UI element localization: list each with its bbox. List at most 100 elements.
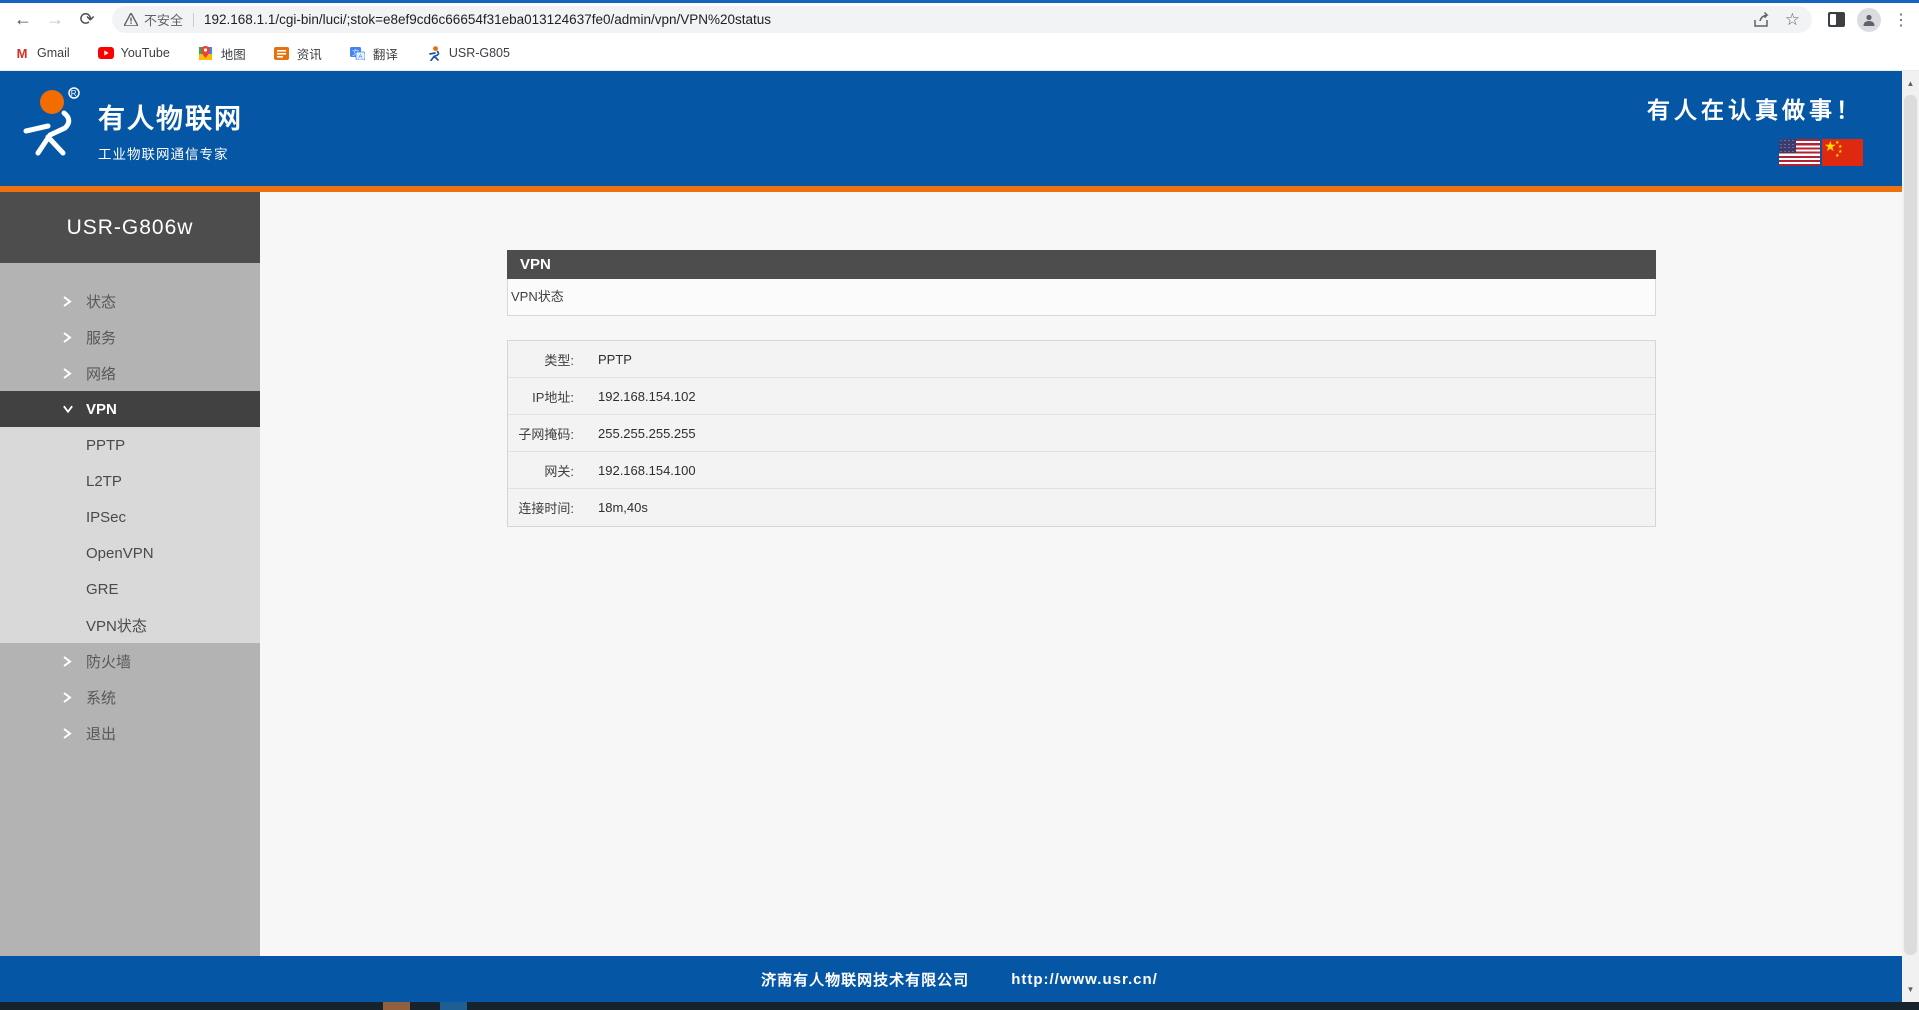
vpn-panel: VPN VPN状态 类型: PPTP IP地址: 192.168.154.102… <box>507 250 1656 527</box>
sidebar-item-gre[interactable]: GRE <box>0 571 260 607</box>
table-row: 类型: PPTP <box>508 341 1655 378</box>
brand-subtitle: 工业物联网通信专家 <box>98 143 243 163</box>
row-label: 子网掩码: <box>508 424 574 443</box>
chrome-menu-icon[interactable]: ⋮ <box>1893 10 1909 30</box>
company-name: 济南有人物联网技术有限公司 <box>761 969 969 990</box>
panel-title: VPN <box>507 250 1656 279</box>
sidebar-menu: 状态 服务 网络 VPN PPTP L2TP IPSec OpenVPN GRE… <box>0 263 260 956</box>
header-slogan: 有人在认真做事！ <box>1647 91 1863 125</box>
chevron-right-icon <box>62 367 74 380</box>
news-icon <box>274 45 290 61</box>
sidebar-item-pptp[interactable]: PPTP <box>0 427 260 463</box>
row-label: IP地址: <box>508 387 574 406</box>
taskbar-fragment <box>440 1002 467 1010</box>
sidebar-item-services[interactable]: 服务 <box>0 319 260 355</box>
row-value: PPTP <box>598 352 632 367</box>
sidebar-item-vpn[interactable]: VPN <box>0 391 260 427</box>
sidebar-item-openvpn[interactable]: OpenVPN <box>0 535 260 571</box>
svg-text:A: A <box>359 53 364 60</box>
sidebar-item-ipsec[interactable]: IPSec <box>0 499 260 535</box>
chevron-right-icon <box>62 727 74 740</box>
sidebar-item-label: 状态 <box>86 291 116 312</box>
bookmark-usr-g805[interactable]: USR-G805 <box>426 45 510 61</box>
bookmark-label: YouTube <box>121 46 170 60</box>
bookmark-youtube[interactable]: YouTube <box>98 45 170 61</box>
bookmark-translate[interactable]: 文A 翻译 <box>350 44 398 63</box>
omnibox-divider <box>193 13 194 27</box>
taskbar-fragment <box>383 1002 410 1010</box>
cn-flag-language-icon[interactable]: ★ ★ ★ ★ ★ <box>1822 139 1863 166</box>
scrollbar-up-icon[interactable]: ▲ <box>1902 75 1919 92</box>
sidebar: USR-G806w 状态 服务 网络 VPN PPTP L2TP IPSec <box>0 192 260 956</box>
svg-text:R: R <box>71 89 77 98</box>
bookmark-label: Gmail <box>37 46 70 60</box>
chevron-down-icon <box>62 404 74 414</box>
bookmark-star-icon[interactable]: ☆ <box>1785 10 1800 30</box>
sidebar-item-logout[interactable]: 退出 <box>0 715 260 751</box>
taskbar-edge-strip <box>0 1002 1919 1010</box>
bookmark-label: 翻译 <box>373 44 398 63</box>
row-label: 网关: <box>508 461 574 480</box>
us-flag-language-icon[interactable] <box>1779 139 1820 166</box>
scrollbar-down-icon[interactable]: ▼ <box>1902 981 1919 998</box>
brand-logo: R 有人物联网 工业物联网通信专家 <box>18 87 243 163</box>
gmail-icon: M <box>14 45 30 61</box>
sidebar-item-label: 系统 <box>86 687 116 708</box>
maps-pin-icon <box>198 45 214 61</box>
sidebar-subitem-label: GRE <box>86 581 119 598</box>
row-value: 255.255.255.255 <box>598 426 696 441</box>
sidebar-subitem-label: PPTP <box>86 437 125 454</box>
row-label: 类型: <box>508 350 574 369</box>
sidebar-item-label: 退出 <box>86 723 116 744</box>
sidebar-subitem-label: IPSec <box>86 509 126 526</box>
back-icon[interactable]: ← <box>10 7 36 33</box>
youtube-icon <box>98 45 114 61</box>
usr-person-icon <box>426 45 442 61</box>
site-header: R 有人物联网 工业物联网通信专家 有人在认真做事！ ★ ★ ★ ★ ★ <box>0 71 1919 192</box>
sidebar-item-label: 防火墙 <box>86 651 131 672</box>
sidebar-item-label: 网络 <box>86 363 116 384</box>
row-value: 192.168.154.102 <box>598 389 696 404</box>
sidebar-subitem-label: OpenVPN <box>86 545 154 562</box>
sidebar-item-system[interactable]: 系统 <box>0 679 260 715</box>
bookmark-label: USR-G805 <box>449 46 510 60</box>
browser-toolbar: ← → ⟳ 不安全 192.168.1.1/cgi-bin/luci/;stok… <box>0 3 1919 36</box>
share-icon[interactable] <box>1753 12 1771 28</box>
page-scrollbar[interactable]: ▲ ▼ <box>1902 71 1919 1002</box>
usr-logo-person-icon: R <box>18 87 84 159</box>
bookmark-maps[interactable]: 地图 <box>198 44 246 63</box>
device-name: USR-G806w <box>0 192 260 263</box>
sidebar-item-l2tp[interactable]: L2TP <box>0 463 260 499</box>
profile-avatar[interactable] <box>1857 8 1881 32</box>
sidebar-subitem-label: L2TP <box>86 473 122 490</box>
bookmark-label: 地图 <box>221 44 246 63</box>
chevron-right-icon <box>62 295 74 308</box>
bookmark-news[interactable]: 资讯 <box>274 44 322 63</box>
chevron-right-icon <box>62 331 74 344</box>
url-text[interactable]: 192.168.1.1/cgi-bin/luci/;stok=e8ef9cd6c… <box>204 12 1743 27</box>
bookmark-label: 资讯 <box>297 44 322 63</box>
vpn-submenu: PPTP L2TP IPSec OpenVPN GRE VPN状态 <box>0 427 260 643</box>
table-row: 连接时间: 18m,40s <box>508 489 1655 526</box>
sidebar-item-vpn-status[interactable]: VPN状态 <box>0 607 260 643</box>
reload-icon[interactable]: ⟳ <box>74 7 100 33</box>
sidebar-item-firewall[interactable]: 防火墙 <box>0 643 260 679</box>
sidebar-item-network[interactable]: 网络 <box>0 355 260 391</box>
bookmark-gmail[interactable]: M Gmail <box>14 45 70 61</box>
company-url[interactable]: http://www.usr.cn/ <box>1011 971 1158 988</box>
brand-title: 有人物联网 <box>98 97 243 136</box>
sidebar-item-status[interactable]: 状态 <box>0 283 260 319</box>
security-label: 不安全 <box>144 10 183 29</box>
sidebar-item-label: VPN <box>86 401 117 418</box>
breadcrumb: VPN状态 <box>507 279 1656 316</box>
sidebar-subitem-label: VPN状态 <box>86 615 147 636</box>
table-row: IP地址: 192.168.154.102 <box>508 378 1655 415</box>
main-content: VPN VPN状态 类型: PPTP IP地址: 192.168.154.102… <box>260 192 1919 956</box>
row-label: 连接时间: <box>508 498 574 517</box>
chevron-right-icon <box>62 655 74 668</box>
address-bar[interactable]: 不安全 192.168.1.1/cgi-bin/luci/;stok=e8ef9… <box>112 6 1812 33</box>
scrollbar-thumb[interactable] <box>1904 95 1917 955</box>
forward-icon[interactable]: → <box>42 7 68 33</box>
table-row: 网关: 192.168.154.100 <box>508 452 1655 489</box>
side-panel-icon[interactable] <box>1828 12 1845 27</box>
